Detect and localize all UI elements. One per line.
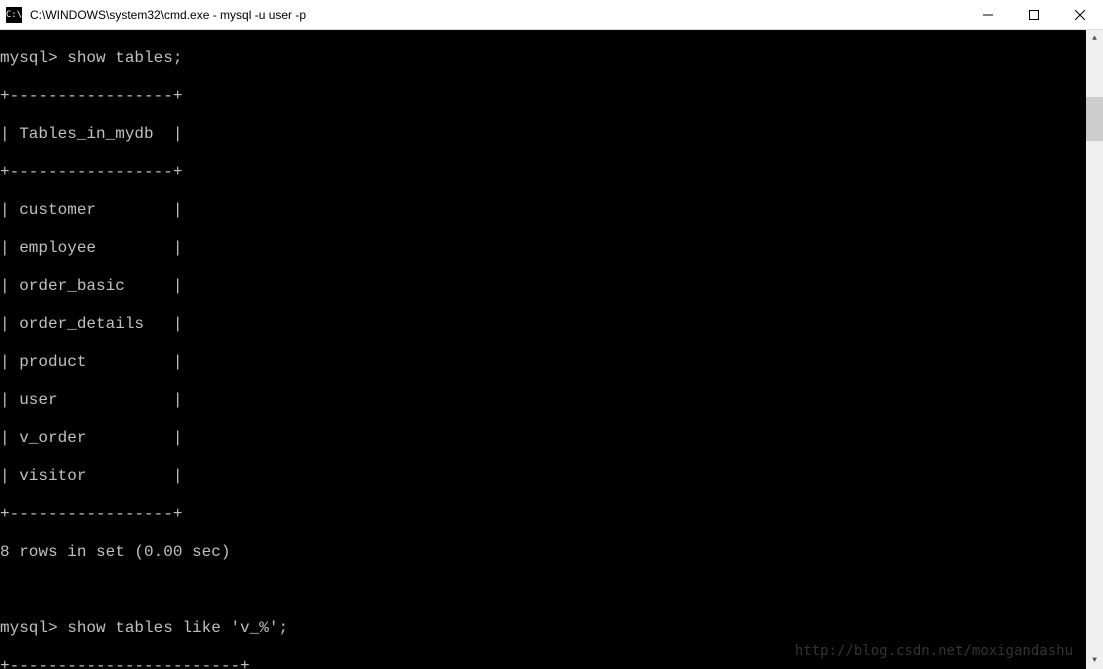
table-row: | order_basic | [0, 277, 1086, 296]
table-header: | Tables_in_mydb | [0, 125, 1086, 144]
table-row: | visitor | [0, 467, 1086, 486]
table-row: | product | [0, 353, 1086, 372]
prompt-line: mysql> show tables like 'v_%'; [0, 619, 1086, 638]
table-row: | order_details | [0, 315, 1086, 334]
blank-line [0, 581, 1086, 600]
window-title: C:\WINDOWS\system32\cmd.exe - mysql -u u… [28, 8, 965, 22]
terminal-container: mysql> show tables; +-----------------+ … [0, 30, 1103, 669]
prompt-line: mysql> show tables; [0, 49, 1086, 68]
scroll-up-arrow[interactable]: ▲ [1086, 30, 1103, 47]
table-border: +-----------------+ [0, 505, 1086, 524]
cmd-icon: C:\ [6, 7, 22, 23]
terminal-output[interactable]: mysql> show tables; +-----------------+ … [0, 30, 1086, 669]
table-row: | employee | [0, 239, 1086, 258]
table-row: | user | [0, 391, 1086, 410]
table-border: +-----------------+ [0, 163, 1086, 182]
minimize-button[interactable] [965, 0, 1011, 30]
table-row: | v_order | [0, 429, 1086, 448]
vertical-scrollbar[interactable]: ▲ ▼ [1086, 30, 1103, 669]
close-button[interactable] [1057, 0, 1103, 30]
scroll-down-arrow[interactable]: ▼ [1086, 652, 1103, 669]
scroll-thumb[interactable] [1086, 97, 1103, 141]
maximize-button[interactable] [1011, 0, 1057, 30]
result-summary: 8 rows in set (0.00 sec) [0, 543, 1086, 562]
window-titlebar: C:\ C:\WINDOWS\system32\cmd.exe - mysql … [0, 0, 1103, 30]
table-border: +-----------------+ [0, 87, 1086, 106]
watermark-text: http://blog.csdn.net/moxigandashu [795, 643, 1073, 659]
table-row: | customer | [0, 201, 1086, 220]
